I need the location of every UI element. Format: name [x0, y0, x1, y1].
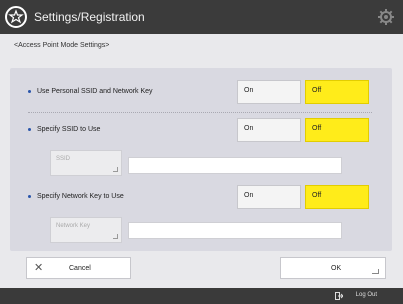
row-label-specify-ssid: Specify SSID to Use [28, 126, 100, 133]
keyboard-corner-icon [113, 234, 118, 239]
off-button-specify-ssid[interactable]: Off [305, 118, 369, 142]
on-button-specify-ssid[interactable]: On [237, 118, 301, 142]
network-key-button[interactable]: Network Key [50, 217, 122, 243]
on-button-specify-network-key[interactable]: On [237, 185, 301, 209]
bullet-icon [28, 194, 31, 198]
title-bar: Settings/Registration [0, 0, 403, 34]
ssid-field[interactable] [128, 157, 342, 174]
keyboard-corner-icon [113, 167, 118, 172]
corner-icon [372, 269, 379, 274]
off-button-specify-network-key[interactable]: Off [305, 185, 369, 209]
off-button-personal-ssid[interactable]: Off [305, 80, 369, 104]
close-icon: ✕ [34, 262, 44, 274]
page-title: Settings/Registration [34, 10, 145, 24]
ssid-button[interactable]: SSID [50, 150, 122, 176]
settings-app-icon [5, 6, 27, 28]
logout-icon [335, 292, 343, 300]
network-key-field[interactable] [128, 222, 342, 239]
bullet-icon [28, 127, 31, 131]
divider [28, 112, 372, 113]
gear-icon[interactable] [377, 8, 395, 26]
ok-button[interactable]: OK [280, 257, 386, 279]
cancel-button[interactable]: ✕ Cancel [26, 257, 131, 279]
on-button-personal-ssid[interactable]: On [237, 80, 301, 104]
row-label-personal-ssid: Use Personal SSID and Network Key [28, 88, 153, 95]
footer-bar: Log Out [0, 288, 403, 304]
breadcrumb: <Access Point Mode Settings> [14, 42, 110, 49]
bullet-icon [28, 89, 31, 93]
row-label-specify-network-key: Specify Network Key to Use [28, 193, 124, 200]
logout-button[interactable]: Log Out [356, 292, 377, 298]
